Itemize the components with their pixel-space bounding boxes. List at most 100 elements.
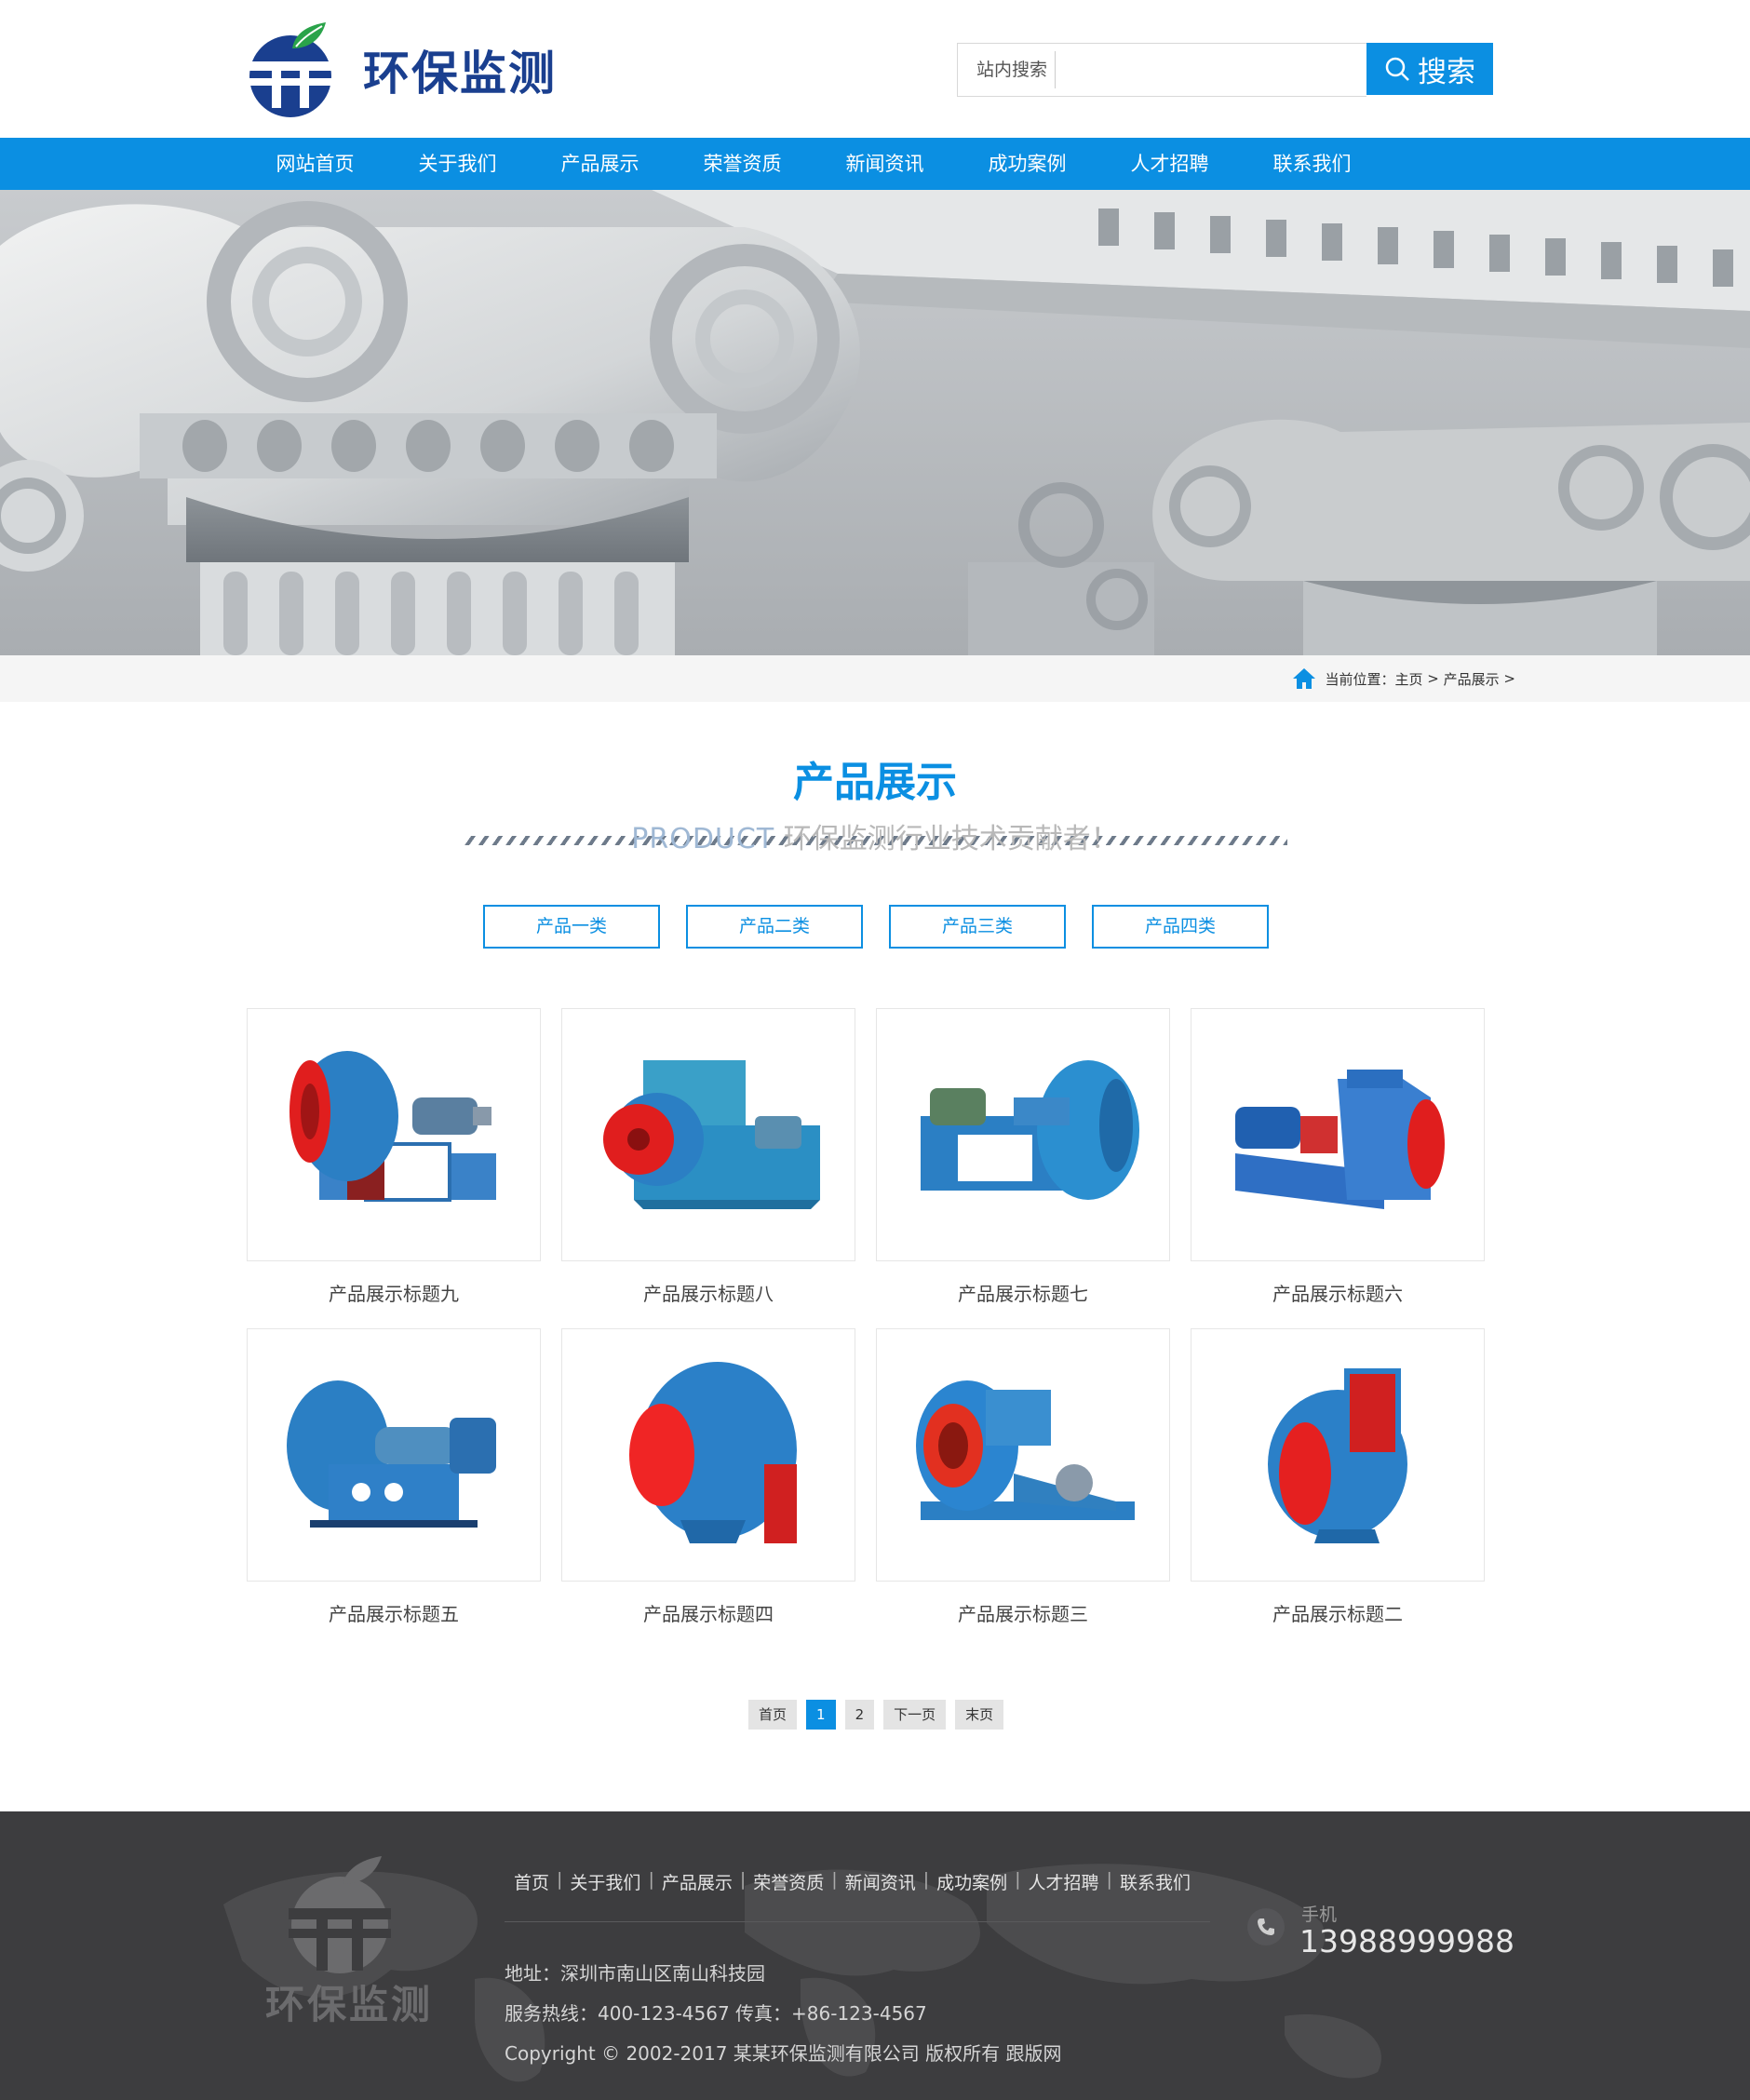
footer-nav-separator: | xyxy=(1015,1869,1021,1890)
main-nav: 网站首页 关于我们 产品展示 荣誉资质 新闻资讯 成功案例 人才招聘 联系我们 xyxy=(0,138,1750,190)
footer-link-honors[interactable]: 荣誉资质 xyxy=(753,1869,824,1894)
logo-mark-icon xyxy=(249,22,331,117)
fan-image xyxy=(916,1380,1135,1520)
footer-link-jobs[interactable]: 人才招聘 xyxy=(1029,1869,1099,1894)
page-number-2[interactable]: 2 xyxy=(844,1700,875,1730)
product-card[interactable]: 产品展示标题七 xyxy=(876,1008,1170,1328)
footer-nav-separator: | xyxy=(739,1869,747,1890)
product-title[interactable]: 产品展示标题六 xyxy=(1191,1261,1485,1328)
product-image[interactable] xyxy=(561,1008,855,1261)
product-card[interactable]: 产品展示标题四 xyxy=(561,1328,855,1649)
footer-link-products[interactable]: 产品展示 xyxy=(662,1869,733,1894)
page-number-1[interactable]: 1 xyxy=(806,1700,836,1730)
subtitle-chinese: 环保监测行业技术贡献者！ xyxy=(774,823,1119,855)
product-image[interactable] xyxy=(1191,1008,1485,1261)
search-icon xyxy=(1385,57,1409,81)
product-card[interactable]: 产品展示标题六 xyxy=(1191,1008,1485,1328)
footer-logo-text: 环保监测 xyxy=(264,1982,433,2027)
section-subtitle: PRODUCT 环保监测行业技术贡献者！ xyxy=(463,821,1287,858)
fan-image xyxy=(287,1380,496,1528)
footer-copyright: Copyright © 2002-2017 某某环保监测有限公司 版权所有 跟版… xyxy=(505,2042,1062,2065)
footer-nav-separator: | xyxy=(648,1869,654,1890)
product-image[interactable] xyxy=(876,1328,1170,1582)
footer-nav-separator: | xyxy=(922,1869,930,1890)
page-next[interactable]: 下一页 xyxy=(883,1700,947,1730)
site-logo[interactable]: 环保监测 xyxy=(244,20,557,119)
logo-text: 环保监测 xyxy=(363,47,557,101)
product-image[interactable] xyxy=(1191,1328,1485,1582)
product-card[interactable]: 产品展示标题九 xyxy=(247,1008,541,1328)
breadcrumb-separator: > xyxy=(1422,670,1444,687)
fan-image xyxy=(289,1051,496,1202)
nav-item-honors[interactable]: 荣誉资质 xyxy=(671,138,814,190)
search-label: 站内搜索 xyxy=(958,51,1057,88)
breadcrumb-prefix: 当前位置： xyxy=(1325,670,1395,688)
product-card[interactable]: 产品展示标题五 xyxy=(247,1328,541,1649)
footer-link-home[interactable]: 首页 xyxy=(514,1869,549,1894)
product-card[interactable]: 产品展示标题三 xyxy=(876,1328,1170,1649)
product-image[interactable] xyxy=(247,1008,541,1261)
product-image[interactable] xyxy=(247,1328,541,1582)
footer-divider xyxy=(505,1921,1210,1922)
pagination: 首页 1 2 下一页 末页 xyxy=(748,1700,1004,1730)
product-title[interactable]: 产品展示标题九 xyxy=(247,1261,541,1328)
banner-columns-image xyxy=(0,190,1750,655)
footer-nav-separator: | xyxy=(557,1869,563,1890)
product-title[interactable]: 产品展示标题二 xyxy=(1191,1582,1485,1649)
footer-nav-separator: | xyxy=(831,1869,838,1890)
page-first[interactable]: 首页 xyxy=(748,1700,798,1730)
phone-icon xyxy=(1247,1908,1285,1945)
nav-item-cases[interactable]: 成功案例 xyxy=(956,138,1098,190)
nav-item-contact[interactable]: 联系我们 xyxy=(1241,138,1383,190)
fan-image xyxy=(1235,1070,1445,1209)
search-box: 站内搜索 xyxy=(957,43,1366,97)
fan-image xyxy=(921,1060,1139,1200)
breadcrumb-bar: 当前位置： 主页 > 产品展示 > xyxy=(0,655,1750,702)
footer-link-contact[interactable]: 联系我们 xyxy=(1120,1869,1191,1894)
nav-item-products[interactable]: 产品展示 xyxy=(529,138,671,190)
category-button-2[interactable]: 产品二类 xyxy=(686,905,863,949)
breadcrumb-separator: > xyxy=(1499,670,1515,687)
category-button-1[interactable]: 产品一类 xyxy=(483,905,660,949)
nav-item-home[interactable]: 网站首页 xyxy=(244,138,386,190)
product-card[interactable]: 产品展示标题八 xyxy=(561,1008,855,1328)
product-title[interactable]: 产品展示标题七 xyxy=(876,1261,1170,1328)
footer-link-cases[interactable]: 成功案例 xyxy=(936,1869,1007,1894)
site-header: 环保监测 站内搜索 搜索 xyxy=(0,0,1750,138)
footer-phone-number: 13988999988 xyxy=(1299,1923,1514,1959)
fan-image xyxy=(603,1060,820,1209)
search-input[interactable] xyxy=(1056,51,1366,88)
page-last[interactable]: 末页 xyxy=(955,1700,1004,1730)
home-icon xyxy=(1292,668,1315,689)
search-button-label: 搜索 xyxy=(1418,55,1475,89)
product-title[interactable]: 产品展示标题三 xyxy=(876,1582,1170,1649)
fan-image xyxy=(1268,1368,1407,1543)
search-button[interactable]: 搜索 xyxy=(1366,43,1493,95)
footer-address: 地址：深圳市南山区南山科技园 xyxy=(505,1962,765,1985)
product-title[interactable]: 产品展示标题四 xyxy=(561,1582,855,1649)
product-image[interactable] xyxy=(876,1008,1170,1261)
nav-item-about[interactable]: 关于我们 xyxy=(386,138,529,190)
product-image[interactable] xyxy=(561,1328,855,1582)
nav-item-news[interactable]: 新闻资讯 xyxy=(814,138,956,190)
category-tabs: 产品一类 产品二类 产品三类 产品四类 xyxy=(483,905,1269,949)
nav-item-jobs[interactable]: 人才招聘 xyxy=(1098,138,1241,190)
breadcrumb: 当前位置： 主页 > 产品展示 > xyxy=(1292,655,1515,702)
footer-nav: 首页 | 关于我们 | 产品展示 | 荣誉资质 | 新闻资讯 | 成功案例 | 人才招聘 | … xyxy=(514,1869,1191,1894)
footer-phone-label: 手机 xyxy=(1301,1905,1338,1925)
category-button-4[interactable]: 产品四类 xyxy=(1092,905,1269,949)
fan-image xyxy=(629,1362,797,1543)
product-title[interactable]: 产品展示标题五 xyxy=(247,1582,541,1649)
breadcrumb-current-link[interactable]: 产品展示 xyxy=(1444,669,1500,689)
footer-link-about[interactable]: 关于我们 xyxy=(570,1869,640,1894)
site-footer: 环保监测 首页 | 关于我们 | 产品展示 | 荣誉资质 | 新闻资讯 | 成功案例 | 人… xyxy=(0,1811,1750,2100)
product-title[interactable]: 产品展示标题八 xyxy=(561,1261,855,1328)
category-button-3[interactable]: 产品三类 xyxy=(889,905,1066,949)
hero-banner xyxy=(0,190,1750,655)
breadcrumb-home-link[interactable]: 主页 xyxy=(1395,669,1423,689)
product-card[interactable]: 产品展示标题二 xyxy=(1191,1328,1485,1649)
footer-link-news[interactable]: 新闻资讯 xyxy=(845,1869,916,1894)
site-search: 站内搜索 搜索 xyxy=(957,43,1493,97)
footer-hotline: 服务热线：400-123-4567 传真：+86-123-4567 xyxy=(505,2002,927,2025)
subtitle-english: PRODUCT xyxy=(631,823,775,855)
